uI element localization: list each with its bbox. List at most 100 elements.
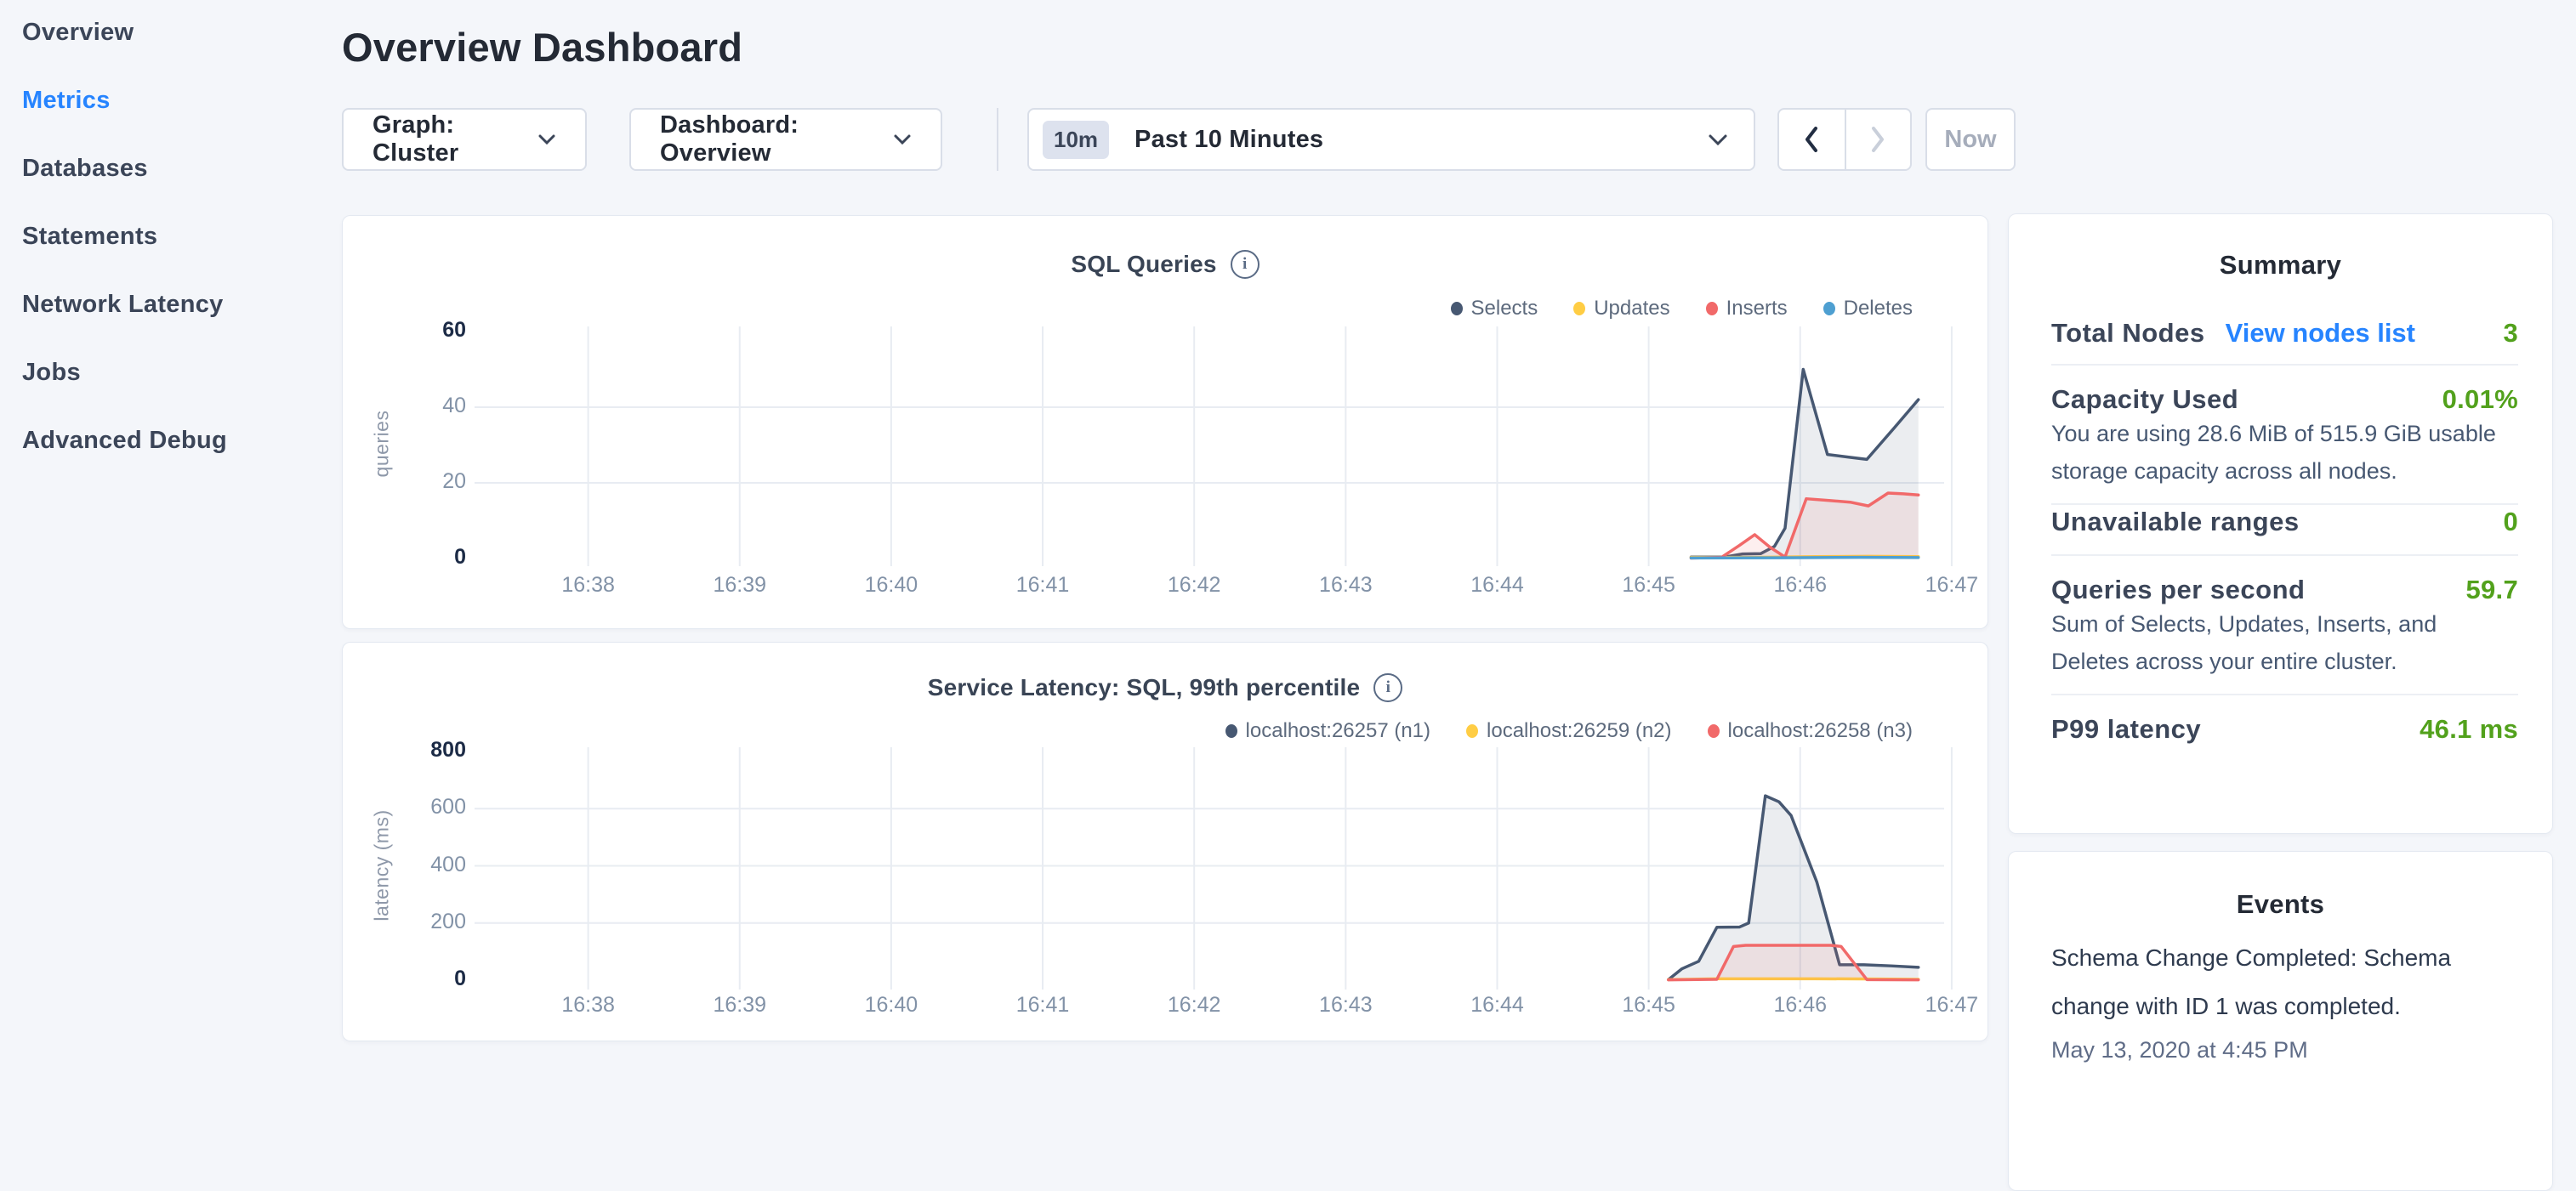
summary-row-unavailable-ranges: Unavailable ranges 0	[2051, 507, 2518, 537]
sidebar-item-metrics[interactable]: Metrics	[22, 87, 111, 115]
legend-label: localhost:26258 (n3)	[1728, 719, 1913, 743]
y-tick-label: 200	[390, 910, 466, 934]
info-icon[interactable]: i	[1373, 673, 1402, 702]
legend-dot-icon	[1225, 724, 1237, 738]
legend-label: Updates	[1594, 297, 1669, 320]
sidebar-item-overview[interactable]: Overview	[22, 19, 134, 47]
time-forward-button[interactable]	[1845, 110, 1910, 169]
y-tick-label: 800	[390, 738, 466, 763]
legend-item: localhost:26257 (n1)	[1225, 719, 1430, 743]
x-tick-label: 16:43	[1294, 993, 1396, 1018]
events-panel: Events Schema Change Completed: Schema c…	[2008, 851, 2553, 1191]
x-tick-label: 16:38	[537, 573, 640, 598]
summary-label: Unavailable ranges	[2051, 507, 2300, 537]
y-tick-label: 0	[390, 967, 466, 991]
x-tick-label: 16:44	[1446, 573, 1548, 598]
service-latency-chart-plot[interactable]	[475, 747, 1944, 990]
time-window-label: Past 10 Minutes	[1134, 126, 1686, 154]
divider	[2051, 364, 2518, 366]
legend-item: Inserts	[1706, 297, 1788, 320]
summary-value: 3	[2503, 318, 2518, 349]
x-tick-label: 16:42	[1143, 573, 1245, 598]
graph-selector-dropdown[interactable]: Graph: Cluster	[342, 108, 587, 171]
divider	[2051, 554, 2518, 556]
view-nodes-list-link[interactable]: View nodes list	[2226, 318, 2415, 349]
x-tick-label: 16:42	[1143, 993, 1245, 1018]
legend-item: localhost:26259 (n2)	[1466, 719, 1671, 743]
x-tick-label: 16:45	[1598, 993, 1700, 1018]
x-tick-label: 16:40	[840, 573, 942, 598]
legend-label: localhost:26257 (n1)	[1246, 719, 1430, 743]
x-tick-label: 16:46	[1749, 993, 1851, 1018]
x-tick-label: 16:38	[537, 993, 640, 1018]
sidebar-item-advanced-debug[interactable]: Advanced Debug	[22, 427, 227, 455]
time-window-badge: 10m	[1043, 121, 1109, 159]
event-message: Schema Change Completed: Schema change w…	[2051, 933, 2518, 1030]
summary-value: 0.01%	[2442, 384, 2518, 415]
legend-dot-icon	[1708, 724, 1720, 738]
legend-dot-icon	[1823, 302, 1835, 315]
summary-row-capacity-used: Capacity Used 0.01%	[2051, 384, 2518, 415]
summary-row-queries-per-second: Queries per second 59.7	[2051, 575, 2518, 605]
info-icon[interactable]: i	[1231, 250, 1260, 279]
y-tick-label: 0	[390, 545, 466, 570]
toolbar-divider	[997, 108, 998, 171]
summary-value: 0	[2503, 507, 2518, 537]
time-pager	[1777, 108, 1912, 171]
summary-value: 59.7	[2465, 575, 2518, 605]
chevron-right-icon	[1868, 125, 1887, 154]
summary-description: Sum of Selects, Updates, Inserts, and De…	[2051, 605, 2518, 680]
chart-legend: localhost:26257 (n1) localhost:26259 (n2)…	[1225, 719, 1913, 743]
dashboard-selector-dropdown[interactable]: Dashboard: Overview	[629, 108, 942, 171]
summary-description: You are using 28.6 MiB of 515.9 GiB usab…	[2051, 415, 2518, 490]
legend-item: Deletes	[1823, 297, 1913, 320]
x-tick-label: 16:41	[992, 573, 1094, 598]
service-latency-chart-card: Service Latency: SQL, 99th percentile i …	[342, 642, 1988, 1041]
legend-item: Updates	[1573, 297, 1669, 320]
x-tick-label: 16:45	[1598, 573, 1700, 598]
x-tick-label: 16:47	[1901, 993, 2003, 1018]
chart-legend: Selects Updates Inserts Deletes	[1451, 297, 1914, 320]
legend-item: Selects	[1451, 297, 1538, 320]
time-back-button[interactable]	[1779, 110, 1845, 169]
y-tick-label: 400	[390, 853, 466, 877]
dashboard-selector-label: Dashboard: Overview	[660, 111, 871, 167]
divider	[2051, 503, 2518, 505]
y-tick-label: 600	[390, 795, 466, 820]
chevron-down-icon	[893, 133, 912, 145]
chart-title: Service Latency: SQL, 99th percentile	[928, 674, 1361, 701]
divider	[2051, 694, 2518, 695]
summary-label: Queries per second	[2051, 575, 2305, 605]
summary-label: Capacity Used	[2051, 384, 2238, 415]
graph-selector-label: Graph: Cluster	[372, 111, 515, 167]
sidebar-item-statements[interactable]: Statements	[22, 223, 157, 251]
summary-title: Summary	[2009, 250, 2552, 281]
now-button[interactable]: Now	[1925, 108, 2016, 171]
summary-panel: Summary Total Nodes View nodes list 3 Ca…	[2008, 213, 2553, 834]
legend-dot-icon	[1573, 302, 1585, 315]
sql-queries-chart-plot[interactable]	[475, 326, 1944, 566]
y-tick-label: 40	[390, 394, 466, 418]
y-axis-label: queries	[371, 411, 394, 478]
legend-label: localhost:26259 (n2)	[1487, 719, 1671, 743]
time-window-selector[interactable]: 10m Past 10 Minutes	[1027, 108, 1755, 171]
sidebar-item-jobs[interactable]: Jobs	[22, 359, 81, 387]
sidebar-item-databases[interactable]: Databases	[22, 155, 148, 183]
legend-item: localhost:26258 (n3)	[1708, 719, 1913, 743]
page-title: Overview Dashboard	[342, 24, 742, 71]
summary-label: Total Nodes	[2051, 318, 2205, 349]
legend-label: Selects	[1471, 297, 1538, 320]
x-tick-label: 16:47	[1901, 573, 2003, 598]
legend-label: Inserts	[1726, 297, 1788, 320]
legend-dot-icon	[1451, 302, 1463, 315]
x-tick-label: 16:46	[1749, 573, 1851, 598]
x-tick-label: 16:39	[689, 993, 791, 1018]
x-tick-label: 16:44	[1446, 993, 1548, 1018]
sidebar-item-network-latency[interactable]: Network Latency	[22, 291, 224, 319]
legend-dot-icon	[1466, 724, 1478, 738]
chevron-down-icon	[537, 133, 556, 145]
summary-value: 46.1 ms	[2420, 714, 2518, 745]
x-tick-label: 16:41	[992, 993, 1094, 1018]
y-tick-label: 20	[390, 469, 466, 494]
x-tick-label: 16:39	[689, 573, 791, 598]
